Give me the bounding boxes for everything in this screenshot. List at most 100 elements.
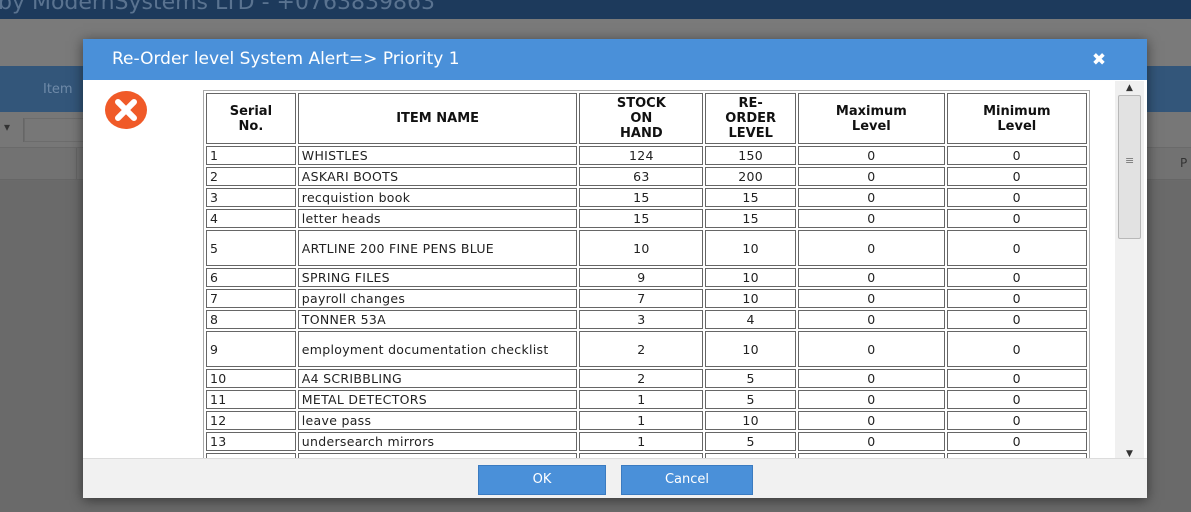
cell-stock: 2 xyxy=(579,331,704,367)
ok-button[interactable]: OK xyxy=(478,465,606,495)
vertical-scrollbar[interactable]: ▲ ▼ xyxy=(1115,81,1144,461)
app-grid-column-label: P xyxy=(1180,156,1188,170)
cell-reorder: 5 xyxy=(705,369,797,388)
cell-min: 0 xyxy=(946,432,1087,451)
cell-serial: 13 xyxy=(206,432,296,451)
cell-item-name: letter heads xyxy=(297,209,578,228)
table-row: 12 leave pass 1 10 0 0 xyxy=(206,411,1087,430)
table-header-row: Serial No. ITEM NAME STOCK ON HAND RE- O… xyxy=(206,93,1087,144)
cell-max: 0 xyxy=(798,390,945,409)
cell-serial: 4 xyxy=(206,209,296,228)
table-row: 8 TONNER 53A 3 4 0 0 xyxy=(206,310,1087,329)
cell-stock: 1 xyxy=(579,432,704,451)
header-reorder-level: RE- ORDER LEVEL xyxy=(705,93,797,144)
cell-stock: 9 xyxy=(579,268,704,287)
header-maximum-level: Maximum Level xyxy=(798,93,945,144)
cell-serial: 8 xyxy=(206,310,296,329)
table-row: 7 payroll changes 7 10 0 0 xyxy=(206,289,1087,308)
cell-reorder: 10 xyxy=(705,268,797,287)
table-row: 3 recquistion book 15 15 0 0 xyxy=(206,188,1087,207)
cell-reorder: 200 xyxy=(705,167,797,186)
cell-stock: 1 xyxy=(579,411,704,430)
cell-max: 0 xyxy=(798,209,945,228)
scrollbar-thumb[interactable] xyxy=(1118,95,1141,239)
cell-min: 0 xyxy=(946,188,1087,207)
app-header-text: by ModernSystems LTD - +0763839863 xyxy=(0,0,435,15)
cell-max: 0 xyxy=(798,432,945,451)
scroll-up-arrow-icon[interactable]: ▲ xyxy=(1115,81,1144,95)
cell-max: 0 xyxy=(798,230,945,266)
header-item-name: ITEM NAME xyxy=(297,93,578,144)
table-row: 4 letter heads 15 15 0 0 xyxy=(206,209,1087,228)
cell-stock: 63 xyxy=(579,167,704,186)
header-serial-line: Serial xyxy=(229,103,273,119)
cell-item-name: leave pass xyxy=(297,411,578,430)
header-minimum-level: Minimum Level xyxy=(946,93,1087,144)
cell-reorder: 15 xyxy=(705,209,797,228)
cell-serial: 12 xyxy=(206,411,296,430)
header-stock-line: STOCK xyxy=(616,96,666,111)
cell-max: 0 xyxy=(798,188,945,207)
cell-min: 0 xyxy=(946,289,1087,308)
cell-stock: 7 xyxy=(579,289,704,308)
cell-stock: 15 xyxy=(579,209,704,228)
dialog-title: Re-Order level System Alert=> Priority 1 xyxy=(112,49,460,69)
app-header: by ModernSystems LTD - +0763839863 xyxy=(0,0,1191,19)
cell-reorder: 4 xyxy=(705,310,797,329)
cell-min: 0 xyxy=(946,369,1087,388)
cell-stock: 1 xyxy=(579,390,704,409)
table-row: 9 employment documentation checklist 2 1… xyxy=(206,331,1087,367)
app-toolbar-field xyxy=(24,118,84,142)
table-row: 13 undersearch mirrors 1 5 0 0 xyxy=(206,432,1087,451)
header-max-line: Maximum xyxy=(835,103,907,119)
cell-min: 0 xyxy=(946,146,1087,165)
reorder-alert-dialog: Re-Order level System Alert=> Priority 1… xyxy=(83,39,1147,498)
table-row: 10 A4 SCRIBBLING 2 5 0 0 xyxy=(206,369,1087,388)
cell-reorder: 5 xyxy=(705,390,797,409)
cell-serial: 6 xyxy=(206,268,296,287)
error-x-icon xyxy=(105,91,147,129)
cell-item-name: A4 SCRIBBLING xyxy=(297,369,578,388)
header-item-name-line: ITEM NAME xyxy=(396,111,480,126)
cell-serial: 3 xyxy=(206,188,296,207)
dialog-titlebar: Re-Order level System Alert=> Priority 1… xyxy=(83,39,1147,80)
cell-serial: 11 xyxy=(206,390,296,409)
cell-min: 0 xyxy=(946,167,1087,186)
header-serial-line: No. xyxy=(238,118,264,134)
cell-min: 0 xyxy=(946,230,1087,266)
cell-serial: 10 xyxy=(206,369,296,388)
cell-item-name: TONNER 53A xyxy=(297,310,578,329)
cell-max: 0 xyxy=(798,167,945,186)
table-row: 2 ASKARI BOOTS 63 200 0 0 xyxy=(206,167,1087,186)
header-stock-line: HAND xyxy=(620,126,663,141)
cell-max: 0 xyxy=(798,411,945,430)
table-row: 11 METAL DETECTORS 1 5 0 0 xyxy=(206,390,1087,409)
cell-item-name: recquistion book xyxy=(297,188,578,207)
cell-reorder: 10 xyxy=(705,331,797,367)
cell-max: 0 xyxy=(798,369,945,388)
cell-reorder: 5 xyxy=(705,432,797,451)
cell-item-name: SPRING FILES xyxy=(297,268,578,287)
cell-item-name: employment documentation checklist xyxy=(297,331,578,367)
header-min-line: Minimum xyxy=(983,103,1051,119)
header-reorder-line: LEVEL xyxy=(728,126,773,141)
cell-max: 0 xyxy=(798,146,945,165)
header-stock-on-hand: STOCK ON HAND xyxy=(579,93,704,144)
cell-max: 0 xyxy=(798,268,945,287)
cell-item-name: METAL DETECTORS xyxy=(297,390,578,409)
cell-min: 0 xyxy=(946,209,1087,228)
cancel-button[interactable]: Cancel xyxy=(621,465,753,495)
cell-reorder: 150 xyxy=(705,146,797,165)
cell-item-name: WHISTLES xyxy=(297,146,578,165)
cell-max: 0 xyxy=(798,331,945,367)
cell-item-name: undersearch mirrors xyxy=(297,432,578,451)
cell-min: 0 xyxy=(946,268,1087,287)
header-stock-line: ON xyxy=(630,111,653,126)
cell-item-name: payroll changes xyxy=(297,289,578,308)
cell-stock: 10 xyxy=(579,230,704,266)
close-icon[interactable]: ✖ xyxy=(1087,48,1111,72)
items-table-container[interactable]: Serial No. ITEM NAME STOCK ON HAND RE- O… xyxy=(203,90,1122,458)
cell-reorder: 15 xyxy=(705,188,797,207)
reorder-items-table: Serial No. ITEM NAME STOCK ON HAND RE- O… xyxy=(203,90,1090,458)
app-grid-column xyxy=(0,148,77,180)
